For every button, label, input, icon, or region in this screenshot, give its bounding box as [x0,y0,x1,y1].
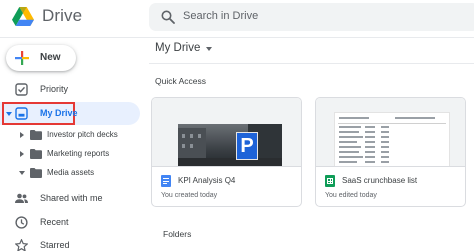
chevron-right-icon[interactable] [20,132,24,138]
sidebar-item-label: Priority [40,84,69,94]
folder-icon [30,130,42,140]
star-icon [15,239,28,251]
chevron-down-icon [206,47,213,51]
chevron-down-icon[interactable] [6,112,12,116]
page-title: My Drive [155,42,201,54]
sheets-icon [325,175,335,187]
file-thumbnail: P [152,98,301,167]
sidebar-item-starred[interactable]: Starred [0,236,140,251]
people-icon [15,193,28,203]
sidebar-item-label: My Drive [40,108,78,118]
sidebar-folder-investor-pitch-decks[interactable]: Investor pitch decks [0,127,140,143]
sidebar-folder-media-assets[interactable]: Media assets [0,165,140,181]
card-subtitle: You edited today [325,192,377,199]
search-input[interactable]: Search in Drive [183,10,258,22]
sidebar-item-priority[interactable]: Priority [0,80,140,100]
card-title: KPI Analysis Q4 [178,176,236,185]
quick-access-card-saas-crunchbase[interactable]: SaaS crunchbase list You edited today [315,97,466,207]
sidebar-folder-label: Marketing reports [47,149,110,158]
sidebar-folder-label: Media assets [47,168,95,177]
header-divider [0,37,474,38]
sidebar-item-label: Shared with me [40,193,103,203]
page-title-dropdown[interactable]: My Drive [155,42,213,54]
checkbox-icon [15,83,28,96]
my-drive-icon [15,107,28,120]
parking-sign-icon: P [236,132,258,160]
plus-icon [15,51,29,65]
folder-icon [30,168,42,178]
drive-logo-icon [12,6,34,26]
drive-logo[interactable]: Drive [12,6,82,26]
card-title: SaaS crunchbase list [342,176,418,185]
folder-icon [30,149,42,159]
new-button[interactable]: New [6,45,76,71]
chevron-right-icon[interactable] [20,151,24,157]
clock-icon [15,216,28,229]
main-divider [149,63,474,64]
sidebar-item-shared-with-me[interactable]: Shared with me [0,189,140,209]
sidebar-folder-marketing-reports[interactable]: Marketing reports [0,146,140,162]
card-subtitle: You created today [161,192,218,199]
quick-access-card-kpi-analysis[interactable]: P KPI Analysis Q4 You created today [151,97,302,207]
sidebar-item-label: Starred [40,240,70,250]
spreadsheet-preview [334,112,450,166]
sidebar-item-recent[interactable]: Recent [0,213,140,233]
search-bar[interactable]: Search in Drive [149,3,474,31]
photo-preview: P [178,124,282,166]
file-thumbnail [316,98,465,167]
folders-heading: Folders [163,229,192,239]
chevron-down-icon[interactable] [19,171,25,175]
search-icon[interactable] [161,10,175,24]
docs-icon [161,175,171,187]
quick-access-heading: Quick Access [155,76,207,86]
app-title: Drive [42,6,83,25]
new-button-label: New [40,52,61,63]
sidebar-item-label: Recent [40,217,69,227]
sidebar-folder-label: Investor pitch decks [47,130,118,139]
